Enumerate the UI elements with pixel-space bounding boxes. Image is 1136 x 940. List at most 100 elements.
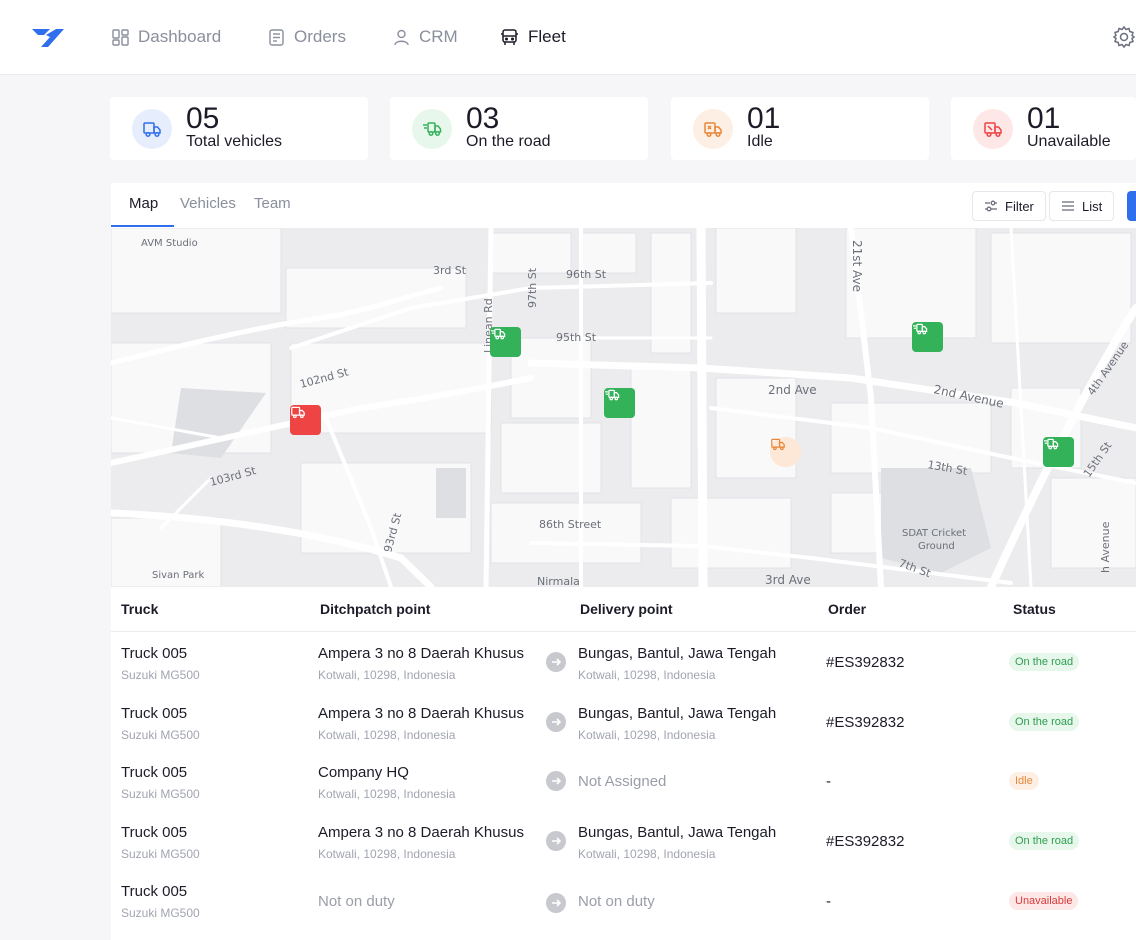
- fast-truck-icon: [412, 109, 452, 149]
- column-header-dispatch[interactable]: Ditchpatch point: [320, 601, 430, 617]
- dispatch-address: Kotwali, 10298, Indonesia: [318, 787, 456, 801]
- truck-marker-idle[interactable]: [770, 437, 801, 467]
- nav-dashboard[interactable]: Dashboard: [112, 26, 221, 48]
- order-id: -: [826, 893, 831, 910]
- bus-icon: [501, 28, 518, 45]
- tab-vehicles[interactable]: Vehicles: [180, 195, 236, 212]
- truck-model: Suzuki MG500: [121, 728, 200, 742]
- stat-card-on-road: 03 On the road: [390, 97, 648, 160]
- delivery-address: Kotwali, 10298, Indonesia: [578, 668, 716, 682]
- order-id[interactable]: #ES392832: [826, 654, 904, 671]
- order-id: -: [826, 773, 831, 790]
- fast-truck-icon: [913, 323, 928, 335]
- gear-icon[interactable]: [1112, 25, 1136, 49]
- dispatch-address: Kotwali, 10298, Indonesia: [318, 728, 456, 742]
- filter-icon: [985, 200, 997, 212]
- arrow-right-icon: [546, 831, 566, 851]
- column-header-truck[interactable]: Truck: [121, 601, 158, 617]
- table-row[interactable]: Truck 005 Suzuki MG500 Ampera 3 no 8 Dae…: [111, 812, 1136, 871]
- map-label: Sivan Park: [152, 570, 205, 581]
- view-tabs: Map Vehicles Team Filter List: [111, 183, 1136, 227]
- fast-truck-icon: [1044, 438, 1059, 450]
- nav-orders-label: Orders: [294, 27, 346, 46]
- table-row[interactable]: Truck 005 Suzuki MG500 Company HQ Kotwal…: [111, 752, 1136, 811]
- fast-truck-icon: [605, 389, 620, 401]
- status-badge: On the road: [1009, 832, 1080, 850]
- order-id[interactable]: #ES392832: [826, 714, 904, 731]
- map-label: 21st Ave: [850, 240, 864, 292]
- stat-value: 01: [1027, 102, 1061, 135]
- logo-icon[interactable]: [30, 25, 66, 49]
- active-tab-indicator: [111, 225, 174, 227]
- delivery-point: Not on duty: [578, 893, 655, 910]
- nav-orders[interactable]: Orders: [268, 26, 346, 48]
- arrow-right-icon: [546, 712, 566, 732]
- stat-value: 01: [747, 102, 781, 135]
- nav-fleet-label: Fleet: [528, 27, 566, 46]
- truck-name: Truck 005: [121, 764, 188, 781]
- map-label: 97th St: [526, 267, 539, 308]
- status-badge: On the road: [1009, 713, 1080, 731]
- list-label: List: [1082, 198, 1103, 214]
- filter-label: Filter: [1005, 198, 1034, 214]
- stat-card-idle: 01 Idle: [671, 97, 929, 160]
- table-row[interactable]: Truck 005 Suzuki MG500 Not on duty Not o…: [111, 871, 1136, 930]
- user-icon: [394, 29, 409, 45]
- stat-label: Idle: [747, 133, 773, 150]
- truck-marker-on-road[interactable]: [1043, 437, 1074, 467]
- order-id[interactable]: #ES392832: [826, 833, 904, 850]
- fast-truck-icon: [491, 328, 506, 340]
- tab-team[interactable]: Team: [254, 195, 291, 212]
- table-row[interactable]: Truck 005 Suzuki MG500 Ampera 3 no 8 Dae…: [111, 693, 1136, 752]
- map-label: AVM Studio: [141, 238, 198, 249]
- stat-card-total: 05 Total vehicles: [110, 97, 368, 160]
- unavailable-truck-icon: [291, 406, 305, 419]
- stat-label: Total vehicles: [186, 133, 283, 150]
- filter-button[interactable]: Filter: [972, 191, 1046, 221]
- delivery-point: Bungas, Bantul, Jawa Tengah: [578, 824, 777, 841]
- top-navbar: Dashboard Orders CRM Fleet: [0, 0, 1136, 75]
- fleet-map[interactable]: AVM Studio 3rd St 96th St 97th St Linean…: [111, 228, 1136, 587]
- dashboard-icon: [112, 28, 129, 46]
- truck-marker-on-road[interactable]: [490, 327, 521, 357]
- orders-icon: [269, 28, 284, 46]
- dispatch-address: Kotwali, 10298, Indonesia: [318, 668, 456, 682]
- truck-name: Truck 005: [121, 645, 188, 662]
- arrow-right-icon: [546, 893, 566, 913]
- map-label: Ground: [918, 541, 955, 552]
- arrow-right-icon: [546, 771, 566, 791]
- truck-name: Truck 005: [121, 824, 188, 841]
- status-badge: Idle: [1009, 772, 1039, 790]
- dispatch-point: Company HQ: [318, 764, 409, 781]
- nav-dashboard-label: Dashboard: [138, 27, 222, 46]
- truck-marker-on-road[interactable]: [912, 322, 943, 352]
- map-label: 96th St: [566, 268, 607, 281]
- nav-crm-label: CRM: [419, 27, 458, 46]
- list-icon: [1062, 201, 1074, 211]
- column-header-order[interactable]: Order: [828, 601, 866, 617]
- map-view-button[interactable]: [1127, 191, 1136, 221]
- dispatch-point: Ampera 3 no 8 Daerah Khusus: [318, 645, 524, 662]
- column-header-delivery[interactable]: Delivery point: [580, 601, 673, 617]
- dispatch-point: Ampera 3 no 8 Daerah Khusus: [318, 705, 524, 722]
- stat-value: 05: [186, 102, 220, 135]
- dispatch-point: Ampera 3 no 8 Daerah Khusus: [318, 824, 524, 841]
- truck-model: Suzuki MG500: [121, 847, 200, 861]
- status-badge: Unavailable: [1009, 892, 1079, 910]
- dispatch-point: Not on duty: [318, 893, 395, 910]
- delivery-point: Not Assigned: [578, 773, 667, 790]
- map-label: Nirmala: [537, 575, 580, 587]
- truck-model: Suzuki MG500: [121, 668, 200, 682]
- map-label: 95th St: [556, 331, 597, 344]
- tab-map[interactable]: Map: [129, 195, 158, 212]
- list-view-button[interactable]: List: [1049, 191, 1115, 221]
- nav-crm[interactable]: CRM: [393, 26, 458, 48]
- truck-marker-on-road[interactable]: [604, 388, 635, 418]
- truck-model: Suzuki MG500: [121, 906, 200, 920]
- nav-fleet[interactable]: Fleet: [500, 26, 566, 48]
- map-label: 3rd St: [433, 264, 467, 277]
- truck-marker-unavailable[interactable]: [290, 405, 321, 435]
- column-header-status[interactable]: Status: [1013, 601, 1056, 617]
- table-row[interactable]: Truck 005 Suzuki MG500 Ampera 3 no 8 Dae…: [111, 633, 1136, 692]
- dispatch-address: Kotwali, 10298, Indonesia: [318, 847, 456, 861]
